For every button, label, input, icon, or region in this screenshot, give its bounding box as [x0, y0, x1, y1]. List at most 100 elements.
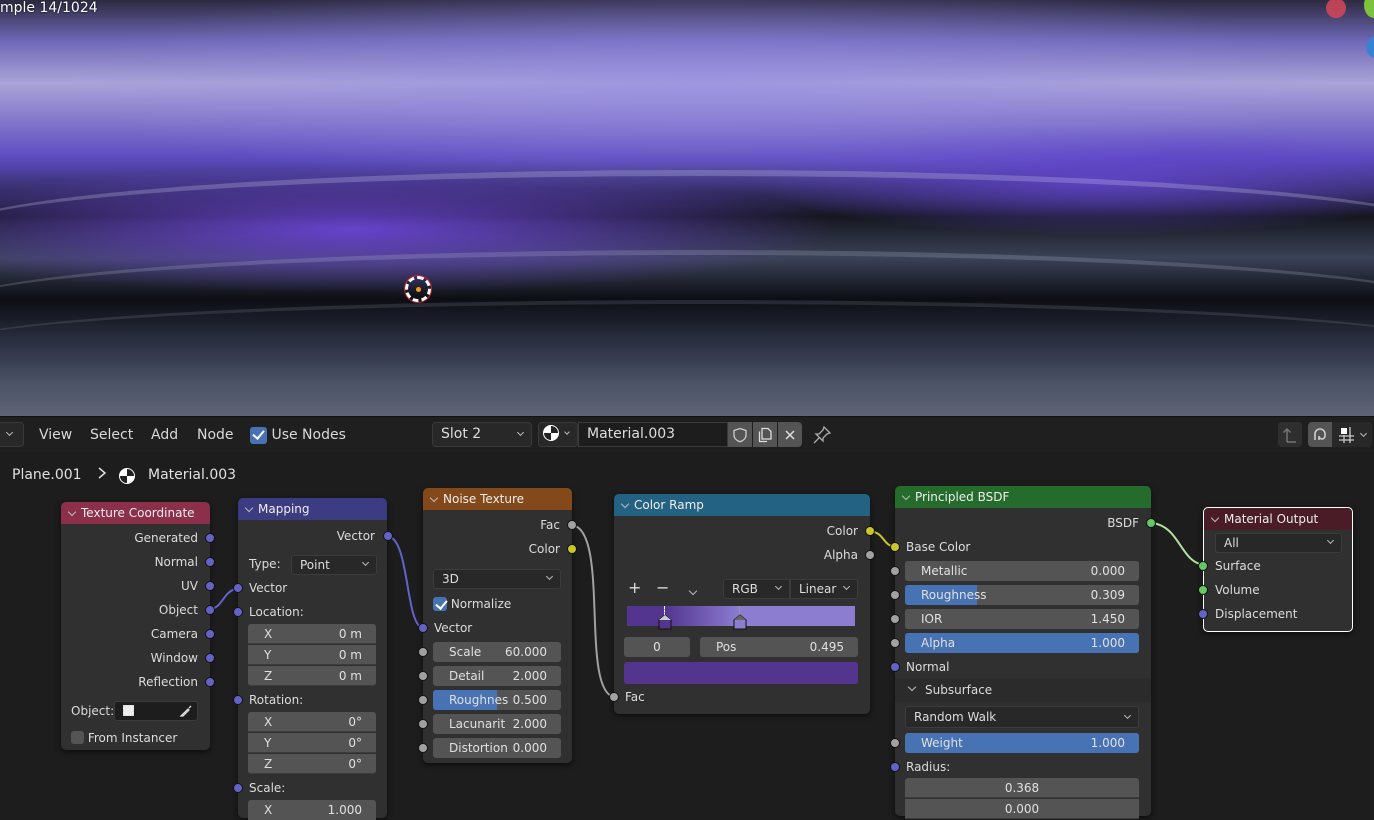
- node-mapping[interactable]: Mapping Vector Type: Point Vector Locati…: [233, 498, 393, 820]
- socket-weight[interactable]: [890, 738, 900, 748]
- gizmo-x-axis[interactable]: [1326, 0, 1346, 18]
- location-y-field[interactable]: Y0 m: [248, 645, 376, 665]
- socket-window[interactable]: [205, 653, 215, 663]
- collapse-chevron-icon[interactable]: [244, 503, 254, 512]
- socket-base-color[interactable]: [890, 542, 900, 552]
- socket-camera[interactable]: [205, 629, 215, 639]
- socket-radius[interactable]: [890, 762, 900, 772]
- bsdf-field-roughness[interactable]: Roughness 0.309: [905, 585, 1139, 605]
- socket-metallic[interactable]: [890, 566, 900, 576]
- collapse-chevron-icon[interactable]: [1210, 513, 1220, 522]
- socket-location[interactable]: [233, 607, 243, 617]
- socket-color-out[interactable]: [865, 526, 875, 536]
- 3d-cursor-icon[interactable]: [405, 276, 431, 302]
- socket-alpha-out[interactable]: [865, 550, 875, 560]
- weight-field[interactable]: Weight 1.000: [905, 733, 1139, 753]
- socket-rotation[interactable]: [233, 695, 243, 705]
- menu-node[interactable]: Node: [197, 417, 234, 453]
- material-name-field[interactable]: Material.003: [578, 422, 728, 447]
- snap-element-dropdown[interactable]: [1332, 422, 1372, 447]
- socket-normal[interactable]: [890, 662, 900, 672]
- subsurface-panel-header[interactable]: Subsurface: [895, 678, 1151, 702]
- subsurface-method-dropdown[interactable]: Random Walk: [905, 706, 1139, 728]
- color-mode-dropdown[interactable]: RGB: [723, 579, 790, 599]
- collapse-chevron-icon[interactable]: [901, 491, 911, 500]
- socket-roughness[interactable]: [890, 590, 900, 600]
- radius-y-field[interactable]: 0.000: [905, 799, 1139, 819]
- interpolation-dropdown[interactable]: Linear: [790, 579, 858, 599]
- socket-generated[interactable]: [205, 533, 215, 543]
- collapse-chevron-icon[interactable]: [620, 499, 630, 508]
- ramp-menu-button[interactable]: [688, 583, 698, 597]
- menu-view[interactable]: View: [39, 417, 72, 453]
- node-header[interactable]: Color Ramp: [614, 494, 870, 516]
- socket-scale[interactable]: [233, 783, 243, 793]
- stop-color-swatch[interactable]: [624, 662, 858, 684]
- socket-normal[interactable]: [205, 557, 215, 567]
- socket-surface[interactable]: [1198, 561, 1208, 571]
- output-target-dropdown[interactable]: All: [1215, 533, 1342, 553]
- node-principled-bsdf[interactable]: Principled BSDF BSDF Base Color Metallic…: [890, 486, 1156, 819]
- node-header[interactable]: Material Output: [1204, 508, 1352, 530]
- socket-scale[interactable]: [418, 647, 428, 657]
- radius-x-field[interactable]: 0.368: [905, 778, 1139, 798]
- socket-alpha[interactable]: [890, 638, 900, 648]
- rotation-z-field[interactable]: Z 0°: [248, 754, 376, 774]
- rotation-x-field[interactable]: X 0°: [248, 712, 376, 732]
- parent-node-tree-button[interactable]: [1278, 422, 1302, 447]
- pin-button[interactable]: [812, 425, 832, 448]
- gizmo-y-axis[interactable]: [1364, 0, 1374, 18]
- editor-type-dropdown[interactable]: [0, 422, 24, 447]
- slot-dropdown[interactable]: Slot 2: [432, 422, 532, 447]
- bsdf-field-ior[interactable]: IOR 1.450: [905, 609, 1139, 629]
- socket-fac-out[interactable]: [567, 520, 577, 530]
- color-ramp-gradient[interactable]: [627, 606, 855, 630]
- node-material-output[interactable]: Material Output All Surface Volume Displ…: [1198, 507, 1353, 632]
- socket-vector-out[interactable]: [383, 531, 393, 541]
- dimension-dropdown[interactable]: 3D: [433, 569, 561, 589]
- socket-distortion[interactable]: [418, 743, 428, 753]
- node-noise-texture[interactable]: Noise Texture Fac Color 3D Normalize Vec…: [418, 488, 577, 763]
- socket-displacement[interactable]: [1198, 609, 1208, 619]
- socket-vector-in[interactable]: [233, 583, 243, 593]
- socket-reflection[interactable]: [205, 677, 215, 687]
- menu-add[interactable]: Add: [151, 417, 178, 453]
- socket-object[interactable]: [205, 605, 215, 615]
- 3d-viewport[interactable]: mple 14/1024: [0, 0, 1374, 416]
- menu-select[interactable]: Select: [90, 417, 133, 453]
- noise-field-lacunarit[interactable]: Lacunarit 2.000: [433, 714, 561, 734]
- normalize-checkbox[interactable]: [433, 596, 447, 611]
- material-browse-button[interactable]: [538, 422, 578, 447]
- eyedropper-icon[interactable]: [179, 704, 193, 718]
- node-header[interactable]: Mapping: [238, 498, 387, 520]
- collapse-chevron-icon[interactable]: [429, 493, 439, 502]
- collapse-chevron-icon[interactable]: [67, 507, 77, 516]
- bsdf-field-alpha[interactable]: Alpha 1.000: [905, 633, 1139, 653]
- socket-lacunarit[interactable]: [418, 719, 428, 729]
- from-instancer-toggle[interactable]: From Instancer: [71, 728, 177, 748]
- duplicate-material-button[interactable]: [753, 422, 777, 447]
- socket-fac-in[interactable]: [609, 692, 619, 702]
- node-header[interactable]: Noise Texture: [423, 488, 572, 510]
- noise-field-scale[interactable]: Scale 60.000: [433, 642, 561, 662]
- socket-roughnes[interactable]: [418, 695, 428, 705]
- socket-detail[interactable]: [418, 671, 428, 681]
- scale-x-field[interactable]: X 1.000: [248, 800, 376, 820]
- node-header[interactable]: Principled BSDF: [895, 486, 1151, 508]
- use-nodes-checkbox[interactable]: [250, 426, 267, 444]
- socket-ior[interactable]: [890, 614, 900, 624]
- snap-toggle-button[interactable]: [1308, 422, 1332, 447]
- object-picker-field[interactable]: [114, 701, 198, 721]
- unlink-material-button[interactable]: [778, 422, 802, 447]
- active-stop-index-field[interactable]: 0: [624, 637, 690, 657]
- type-dropdown[interactable]: Point: [291, 555, 377, 575]
- socket-uv[interactable]: [205, 581, 215, 591]
- use-nodes-toggle[interactable]: Use Nodes: [250, 417, 346, 453]
- remove-stop-button[interactable]: −: [656, 578, 669, 598]
- node-texture-coordinate[interactable]: Texture Coordinate Generated Normal UV O…: [61, 502, 215, 750]
- node-header[interactable]: Texture Coordinate: [61, 502, 210, 524]
- from-instancer-checkbox[interactable]: [71, 731, 84, 744]
- location-x-field[interactable]: X0 m: [248, 624, 376, 644]
- normalize-toggle[interactable]: Normalize: [433, 594, 511, 614]
- gizmo-z-axis[interactable]: [1366, 36, 1374, 58]
